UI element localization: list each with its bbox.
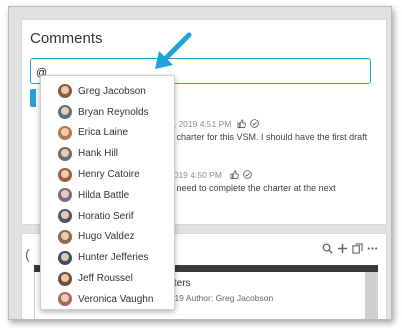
mention-dropdown: Greg Jacobson Bryan Reynolds Erica Laine Ha…: [40, 75, 175, 310]
more-icon[interactable]: [367, 243, 378, 254]
mention-item[interactable]: Hilda Battle: [41, 185, 174, 206]
mention-item[interactable]: Horatio Serif: [41, 206, 174, 227]
mention-name: Hunter Jefferies: [78, 252, 149, 264]
avatar: [58, 250, 72, 265]
pointer-arrow-icon: [155, 32, 192, 69]
plus-icon[interactable]: [337, 243, 348, 254]
comment-timestamp: 6, 2019 4:51 PM: [169, 119, 232, 129]
mention-name: Greg Jacobson: [78, 85, 146, 97]
mention-item[interactable]: Greg Jacobson: [41, 81, 174, 102]
avatar: [58, 188, 72, 203]
copy-icon[interactable]: [352, 243, 363, 254]
mention-name: Erica Laine: [78, 127, 129, 139]
mention-name: Hank Hill: [78, 148, 119, 160]
check-circle-icon[interactable]: [243, 170, 252, 179]
mention-item[interactable]: Jeff Roussel: [41, 268, 174, 289]
mention-name: Jeff Roussel: [78, 273, 133, 285]
post-button[interactable]: [30, 89, 36, 107]
mention-item[interactable]: Hugo Valdez: [41, 227, 174, 248]
comment-timestamp: 2019 4:50 PM: [169, 170, 222, 180]
panel-toolbar: [322, 243, 378, 254]
card-meta: 2019 Author: Greg Jacobson: [165, 293, 274, 303]
mention-item[interactable]: Erica Laine: [41, 123, 174, 144]
app-window: Comments @ 6, 2019 4:51 PM e charter for…: [8, 6, 392, 320]
avatar: [58, 271, 72, 286]
avatar: [58, 229, 72, 244]
avatar: [58, 292, 72, 307]
check-circle-icon[interactable]: [250, 119, 259, 128]
avatar: [58, 167, 72, 182]
panel-title: Comments: [30, 30, 103, 47]
mention-name: Henry Catoire: [78, 169, 140, 181]
search-icon[interactable]: [322, 243, 333, 254]
comment-text: e charter for this VSM. I should have th…: [169, 132, 368, 142]
mention-item[interactable]: Bryan Reynolds: [41, 102, 174, 123]
thumbs-up-icon[interactable]: [237, 119, 246, 128]
mention-name: Veronica Vaughn: [78, 293, 154, 305]
mention-item[interactable]: Henry Catoire: [41, 164, 174, 185]
mention-item[interactable]: Veronica Vaughn: [41, 289, 174, 310]
panel-title-fragment: (: [25, 246, 30, 262]
avatar: [58, 125, 72, 140]
avatar: [58, 105, 72, 120]
avatar: [58, 209, 72, 224]
avatar: [58, 84, 72, 99]
mention-item[interactable]: Hank Hill: [41, 143, 174, 164]
scrollbar[interactable]: [366, 272, 378, 319]
mention-name: Horatio Serif: [78, 210, 134, 222]
thumbs-up-icon[interactable]: [230, 170, 239, 179]
avatar: [58, 146, 72, 161]
mention-name: Bryan Reynolds: [78, 106, 149, 118]
mention-name: Hugo Valdez: [78, 231, 135, 243]
mention-name: Hilda Battle: [78, 189, 130, 201]
comment-text: e need to complete the charter at the ne…: [169, 183, 336, 193]
mention-item[interactable]: Hunter Jefferies: [41, 247, 174, 268]
